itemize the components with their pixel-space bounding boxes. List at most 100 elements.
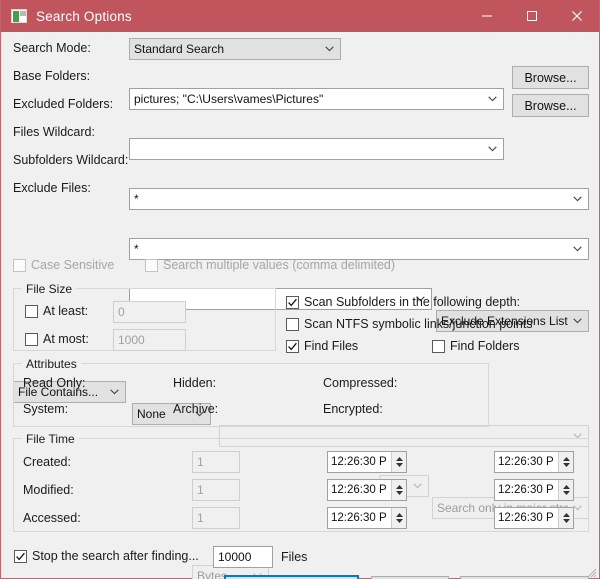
chevron-down-icon[interactable] <box>485 146 499 152</box>
archive-label: Archive: <box>173 402 218 416</box>
accessed-time-from-stepper[interactable]: 12:26:30 P <box>327 507 407 529</box>
file-time-group-title: File Time <box>22 432 79 446</box>
modified-label: Modified: <box>23 483 74 497</box>
maximize-icon[interactable] <box>509 0 554 32</box>
find-files-checkbox[interactable]: Find Files <box>286 339 358 353</box>
exclude-files-label: Exclude Files: <box>13 181 91 195</box>
read-only-label: Read Only: <box>23 376 86 390</box>
chevron-down-icon[interactable] <box>485 96 499 102</box>
at-most-value-input[interactable]: 1000 <box>113 329 186 351</box>
stepper-buttons[interactable] <box>558 452 573 472</box>
created-time-from-stepper[interactable]: 12:26:30 P <box>327 451 407 473</box>
base-folders-label-row: Base Folders: <box>13 69 90 83</box>
stop-search-unit-label: Files <box>281 550 307 564</box>
subfolders-wildcard-input[interactable]: * <box>129 238 589 260</box>
excluded-folders-label: Excluded Folders: <box>13 97 113 111</box>
app-window-icon <box>11 9 27 23</box>
close-icon[interactable] <box>554 0 599 32</box>
stepper-buttons[interactable] <box>558 480 573 500</box>
at-least-value-input[interactable]: 0 <box>113 301 186 323</box>
scan-subfolders-checkbox[interactable]: Scan Subfolders in the following depth: <box>286 295 520 309</box>
minimize-icon[interactable] <box>464 0 509 32</box>
chevron-down-icon[interactable] <box>570 196 584 202</box>
modified-count-value: 1 <box>197 483 204 497</box>
window-title: Search Options <box>36 9 464 24</box>
start-search-button[interactable]: Start Search <box>224 575 359 579</box>
files-wildcard-label: Files Wildcard: <box>13 125 95 139</box>
subfolders-wildcard-label-row: Subfolders Wildcard: <box>13 153 128 167</box>
stepper-buttons[interactable] <box>391 508 406 528</box>
stop-search-label: Stop the search after finding... <box>32 549 199 563</box>
subfolders-wildcard-value: * <box>134 242 568 256</box>
titlebar: Search Options <box>1 0 599 32</box>
stepper-buttons[interactable] <box>558 508 573 528</box>
base-folders-browse-label: Browse... <box>524 71 576 85</box>
stop-search-value: 10000 <box>218 550 251 564</box>
excluded-folders-browse-button[interactable]: Browse... <box>512 94 589 117</box>
base-folders-input[interactable]: pictures; "C:\Users\vames\Pictures" <box>129 88 504 110</box>
accessed-time-to-stepper[interactable]: 12:26:30 P <box>494 507 574 529</box>
files-wildcard-label-row: Files Wildcard: <box>13 125 95 139</box>
search-multiple-values-label: Search multiple values (comma delimited) <box>163 258 395 272</box>
base-folders-browse-button[interactable]: Browse... <box>512 66 589 89</box>
created-label: Created: <box>23 455 71 469</box>
base-folders-value: pictures; "C:\Users\vames\Pictures" <box>134 92 483 106</box>
search-mode-select[interactable]: Standard Search <box>129 38 341 60</box>
compressed-label: Compressed: <box>323 376 397 390</box>
stop-search-checkbox[interactable]: Stop the search after finding... <box>14 549 199 563</box>
stepper-buttons[interactable] <box>391 480 406 500</box>
encrypted-label: Encrypted: <box>323 402 383 416</box>
stop-search-value-input[interactable]: 10000 <box>213 546 273 568</box>
checkbox-box <box>432 340 445 353</box>
search-mode-value: Standard Search <box>134 42 320 56</box>
window-controls <box>464 0 599 32</box>
created-time-from-value: 12:26:30 P <box>328 452 391 472</box>
modified-time-to-value: 12:26:30 P <box>495 480 558 500</box>
find-folders-label: Find Folders <box>450 339 519 353</box>
chevron-down-icon <box>322 46 336 52</box>
scan-ntfs-checkbox[interactable]: Scan NTFS symbolic links/junction points <box>286 317 533 331</box>
case-sensitive-checkbox[interactable]: Case Sensitive <box>13 258 114 272</box>
case-sensitive-label: Case Sensitive <box>31 258 114 272</box>
at-least-checkbox[interactable]: At least: <box>25 304 88 318</box>
at-most-checkbox[interactable]: At most: <box>25 332 89 346</box>
search-mode-label: Search Mode: <box>13 41 91 55</box>
at-most-label: At most: <box>43 332 89 346</box>
search-mode-label-row: Search Mode: <box>13 41 91 55</box>
excluded-folders-input[interactable] <box>129 138 504 160</box>
accessed-label: Accessed: <box>23 511 81 525</box>
created-time-to-value: 12:26:30 P <box>495 452 558 472</box>
created-count-input[interactable]: 1 <box>192 451 240 473</box>
system-label: System: <box>23 402 68 416</box>
modified-time-from-stepper[interactable]: 12:26:30 P <box>327 479 407 501</box>
checkbox-box <box>13 259 26 272</box>
accessed-time-from-value: 12:26:30 P <box>328 508 391 528</box>
accessed-time-to-value: 12:26:30 P <box>495 508 558 528</box>
resize-grip[interactable] <box>585 565 597 577</box>
hidden-label: Hidden: <box>173 376 216 390</box>
created-time-to-stepper[interactable]: 12:26:30 P <box>494 451 574 473</box>
file-size-group-title: File Size <box>22 282 76 296</box>
attributes-group: Attributes <box>13 363 489 427</box>
checkbox-box <box>25 305 38 318</box>
attributes-group-title: Attributes <box>22 357 81 371</box>
base-folders-label: Base Folders: <box>13 69 90 83</box>
find-folders-checkbox[interactable]: Find Folders <box>432 339 519 353</box>
at-least-label: At least: <box>43 304 88 318</box>
chevron-down-icon[interactable] <box>570 246 584 252</box>
created-count-value: 1 <box>197 455 204 469</box>
checkbox-box <box>14 550 27 563</box>
modified-count-input[interactable]: 1 <box>192 479 240 501</box>
files-wildcard-input[interactable]: * <box>129 188 589 210</box>
search-multiple-values-checkbox[interactable]: Search multiple values (comma delimited) <box>145 258 395 272</box>
checkbox-box <box>286 340 299 353</box>
modified-time-to-stepper[interactable]: 12:26:30 P <box>494 479 574 501</box>
scan-ntfs-label: Scan NTFS symbolic links/junction points <box>304 317 533 331</box>
find-files-label: Find Files <box>304 339 358 353</box>
stepper-buttons[interactable] <box>391 452 406 472</box>
chevron-down-icon <box>570 318 584 324</box>
accessed-count-value: 1 <box>197 511 204 525</box>
accessed-count-input[interactable]: 1 <box>192 507 240 529</box>
dialog-body: Search Mode: Standard Search Base Folder… <box>1 32 599 578</box>
exclude-files-label-row: Exclude Files: <box>13 181 91 195</box>
